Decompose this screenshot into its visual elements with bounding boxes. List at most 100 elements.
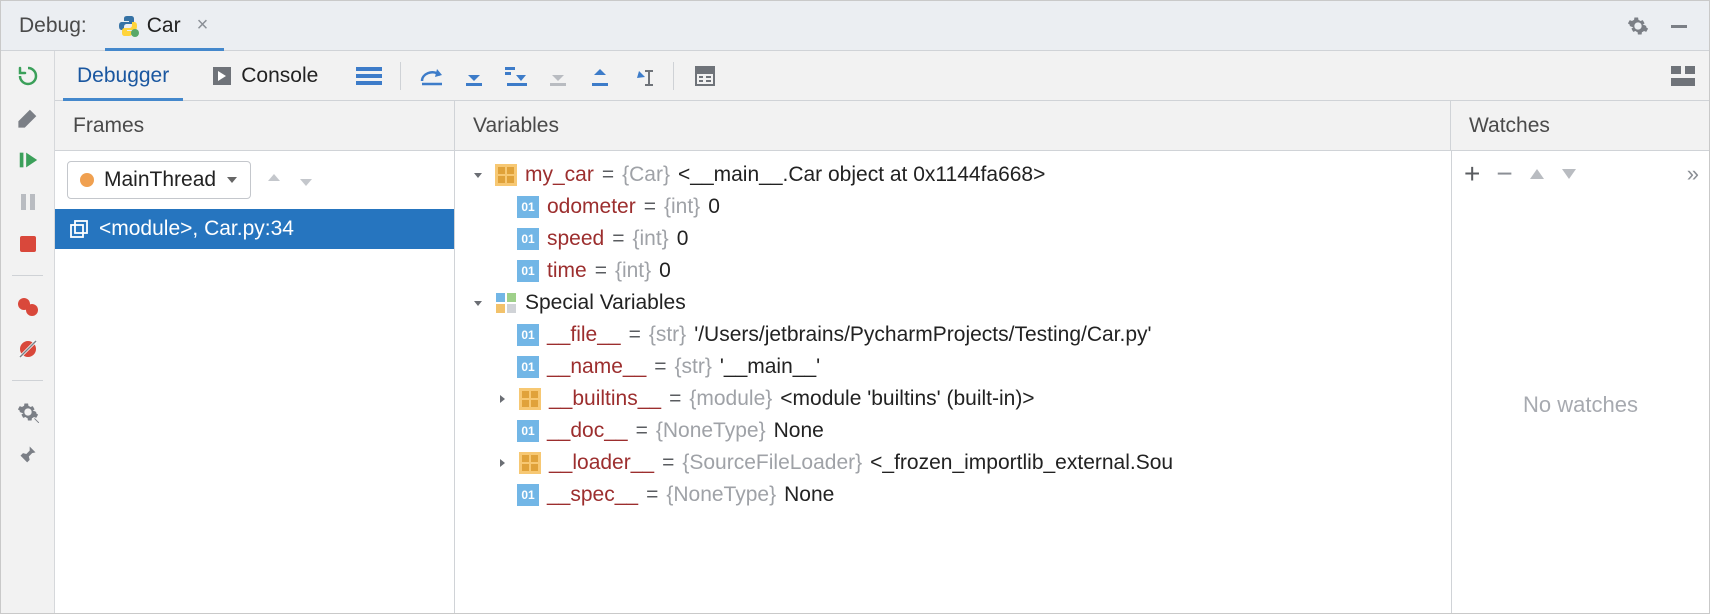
watches-pane: + − » No watches xyxy=(1451,151,1709,613)
var-value: <module 'builtins' (built-in)> xyxy=(780,387,1034,411)
var-value: <_frozen_importlib_external.Sou xyxy=(870,451,1173,475)
view-breakpoints-button[interactable] xyxy=(13,292,43,322)
move-down-button[interactable] xyxy=(1561,167,1577,181)
toolbar-separator xyxy=(12,380,44,381)
var-type: {NoneType} xyxy=(656,419,766,443)
frames-pane: MainThread xyxy=(55,151,455,613)
settings-button[interactable] xyxy=(13,397,43,427)
group-icon xyxy=(495,292,517,314)
frames-header: Frames xyxy=(55,101,455,150)
step-into-button[interactable] xyxy=(457,59,491,93)
var-name: odometer xyxy=(547,195,636,219)
variables-header: Variables xyxy=(455,101,1451,150)
frame-label: <module>, Car.py:34 xyxy=(99,217,294,241)
var-type: {SourceFileLoader} xyxy=(682,451,862,475)
int-icon: 01 xyxy=(517,324,539,346)
variable-row-name[interactable]: 01 __name__ = {str} '__main__' xyxy=(461,351,1445,383)
thread-status-icon xyxy=(80,173,94,187)
resume-button[interactable] xyxy=(13,145,43,175)
equals: = xyxy=(629,323,641,347)
variable-row-odometer[interactable]: 01 odometer = {int} 0 xyxy=(461,191,1445,223)
variable-row-time[interactable]: 01 time = {int} 0 xyxy=(461,255,1445,287)
threads-view-icon[interactable] xyxy=(352,59,386,93)
int-icon: 01 xyxy=(517,420,539,442)
chevron-down-icon xyxy=(226,174,238,186)
equals: = xyxy=(595,259,607,283)
variable-row-builtins[interactable]: __builtins__ = {module} <module 'builtin… xyxy=(461,383,1445,415)
variable-row-file[interactable]: 01 __file__ = {str} '/Users/jetbrains/Py… xyxy=(461,319,1445,351)
stop-button[interactable] xyxy=(13,229,43,259)
chevron-down-icon xyxy=(469,168,487,182)
next-frame-button[interactable] xyxy=(297,171,315,189)
var-name: time xyxy=(547,259,587,283)
var-name: __loader__ xyxy=(549,451,654,475)
int-icon: 01 xyxy=(517,260,539,282)
modify-run-config-button[interactable] xyxy=(13,103,43,133)
variable-row-speed[interactable]: 01 speed = {int} 0 xyxy=(461,223,1445,255)
rerun-button[interactable] xyxy=(13,61,43,91)
settings-icon[interactable] xyxy=(1627,15,1649,37)
add-watch-button[interactable]: + xyxy=(1464,158,1480,190)
var-type: {Car} xyxy=(622,163,670,187)
var-value: '__main__' xyxy=(720,355,820,379)
var-name: __doc__ xyxy=(547,419,628,443)
console-icon xyxy=(213,67,231,85)
variable-row-special[interactable]: Special Variables xyxy=(461,287,1445,319)
equals: = xyxy=(644,195,656,219)
frame-item[interactable]: <module>, Car.py:34 xyxy=(55,209,454,249)
stack-frame-icon xyxy=(69,219,89,239)
close-icon[interactable]: × xyxy=(189,14,209,37)
var-type: {module} xyxy=(689,387,772,411)
var-type: {str} xyxy=(649,323,686,347)
debug-label: Debug: xyxy=(1,1,105,50)
prev-frame-button[interactable] xyxy=(265,171,283,189)
variable-row-doc[interactable]: 01 __doc__ = {NoneType} None xyxy=(461,415,1445,447)
variable-row-my-car[interactable]: my_car = {Car} <__main__.Car object at 0… xyxy=(461,159,1445,191)
thread-name: MainThread xyxy=(104,168,216,192)
evaluate-expression-button[interactable] xyxy=(688,59,722,93)
tab-debugger[interactable]: Debugger xyxy=(55,51,191,100)
run-to-cursor-button[interactable] xyxy=(625,59,659,93)
equals: = xyxy=(654,355,666,379)
more-icon[interactable]: » xyxy=(1687,161,1697,187)
toolbar-separator xyxy=(673,62,674,90)
var-type: {int} xyxy=(632,227,668,251)
var-value: 0 xyxy=(708,195,720,219)
minimize-icon[interactable] xyxy=(1669,16,1689,36)
object-icon xyxy=(519,388,541,410)
var-value: '/Users/jetbrains/PycharmProjects/Testin… xyxy=(694,323,1151,347)
var-value: <__main__.Car object at 0x1144fa668> xyxy=(678,163,1045,187)
var-name: speed xyxy=(547,227,604,251)
int-icon: 01 xyxy=(517,196,539,218)
object-icon xyxy=(495,164,517,186)
pin-button[interactable] xyxy=(13,439,43,469)
var-value: None xyxy=(774,419,824,443)
step-over-button[interactable] xyxy=(415,59,449,93)
object-icon xyxy=(519,452,541,474)
debug-tabs-row: Debugger Console xyxy=(55,51,1709,101)
layout-settings-icon[interactable] xyxy=(1671,51,1695,100)
var-name: __name__ xyxy=(547,355,646,379)
move-up-button[interactable] xyxy=(1529,167,1545,181)
force-step-into-button[interactable] xyxy=(541,59,575,93)
config-tab-car[interactable]: Car × xyxy=(105,1,225,50)
variable-row-loader[interactable]: __loader__ = {SourceFileLoader} <_frozen… xyxy=(461,447,1445,479)
var-type: {int} xyxy=(615,259,651,283)
tab-console[interactable]: Console xyxy=(191,51,340,100)
var-value: 0 xyxy=(659,259,671,283)
mute-breakpoints-button[interactable] xyxy=(13,334,43,364)
remove-watch-button[interactable]: − xyxy=(1496,158,1512,190)
equals: = xyxy=(669,387,681,411)
pause-button[interactable] xyxy=(13,187,43,217)
panes-header: Frames Variables Watches xyxy=(55,101,1709,151)
variables-pane: my_car = {Car} <__main__.Car object at 0… xyxy=(455,151,1451,613)
variable-row-spec[interactable]: 01 __spec__ = {NoneType} None xyxy=(461,479,1445,511)
step-into-my-code-button[interactable] xyxy=(499,59,533,93)
equals: = xyxy=(602,163,614,187)
equals: = xyxy=(612,227,624,251)
int-icon: 01 xyxy=(517,228,539,250)
int-icon: 01 xyxy=(517,484,539,506)
step-out-button[interactable] xyxy=(583,59,617,93)
var-name: __file__ xyxy=(547,323,621,347)
thread-selector[interactable]: MainThread xyxy=(67,161,251,199)
